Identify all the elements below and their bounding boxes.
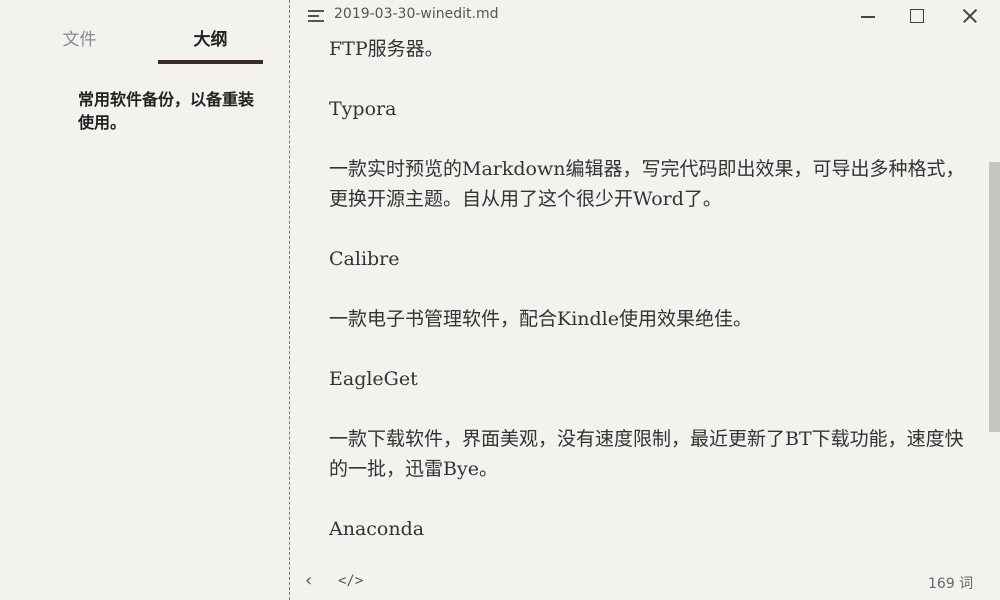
paragraph[interactable]: Anaconda	[329, 514, 969, 544]
scrollbar-thumb[interactable]	[989, 162, 1000, 432]
paragraph[interactable]: 一款电子书管理软件，配合Kindle使用效果绝佳。	[329, 304, 969, 334]
document-title: 2019-03-30-winedit.md	[334, 6, 499, 22]
word-count[interactable]: 169 词	[928, 573, 973, 593]
back-icon[interactable]: ‹	[305, 572, 319, 590]
source-code-icon[interactable]: </>	[338, 573, 363, 589]
menu-icon[interactable]	[308, 9, 324, 23]
maximize-icon[interactable]	[905, 6, 929, 26]
close-icon[interactable]	[958, 6, 982, 26]
minimize-icon[interactable]	[856, 6, 880, 26]
paragraph[interactable]: FTP服务器。	[329, 34, 969, 64]
title-bar: 2019-03-30-winedit.md	[291, 0, 1000, 32]
paragraph[interactable]: EagleGet	[329, 364, 969, 394]
paragraph[interactable]: 一款下载软件，界面美观，没有速度限制，最近更新了BT下载功能，速度快的一批，迅雷…	[329, 424, 969, 484]
outline-item[interactable]: 常用软件备份，以备重装使用。	[78, 88, 268, 134]
editor-content[interactable]: FTP服务器。 Typora 一款实时预览的Markdown编辑器，写完代码即出…	[329, 32, 969, 562]
paragraph[interactable]: 一款实时预览的Markdown编辑器，写完代码即出效果，可导出多种格式，更换开源…	[329, 154, 969, 214]
tab-outline[interactable]: 大纲	[158, 28, 263, 64]
paragraph[interactable]: Calibre	[329, 244, 969, 274]
sidebar: 文件 大纲 常用软件备份，以备重装使用。	[0, 0, 290, 600]
paragraph[interactable]: Typora	[329, 94, 969, 124]
status-bar: ‹ </> 169 词	[291, 563, 1000, 600]
tab-files[interactable]: 文件	[27, 28, 132, 64]
